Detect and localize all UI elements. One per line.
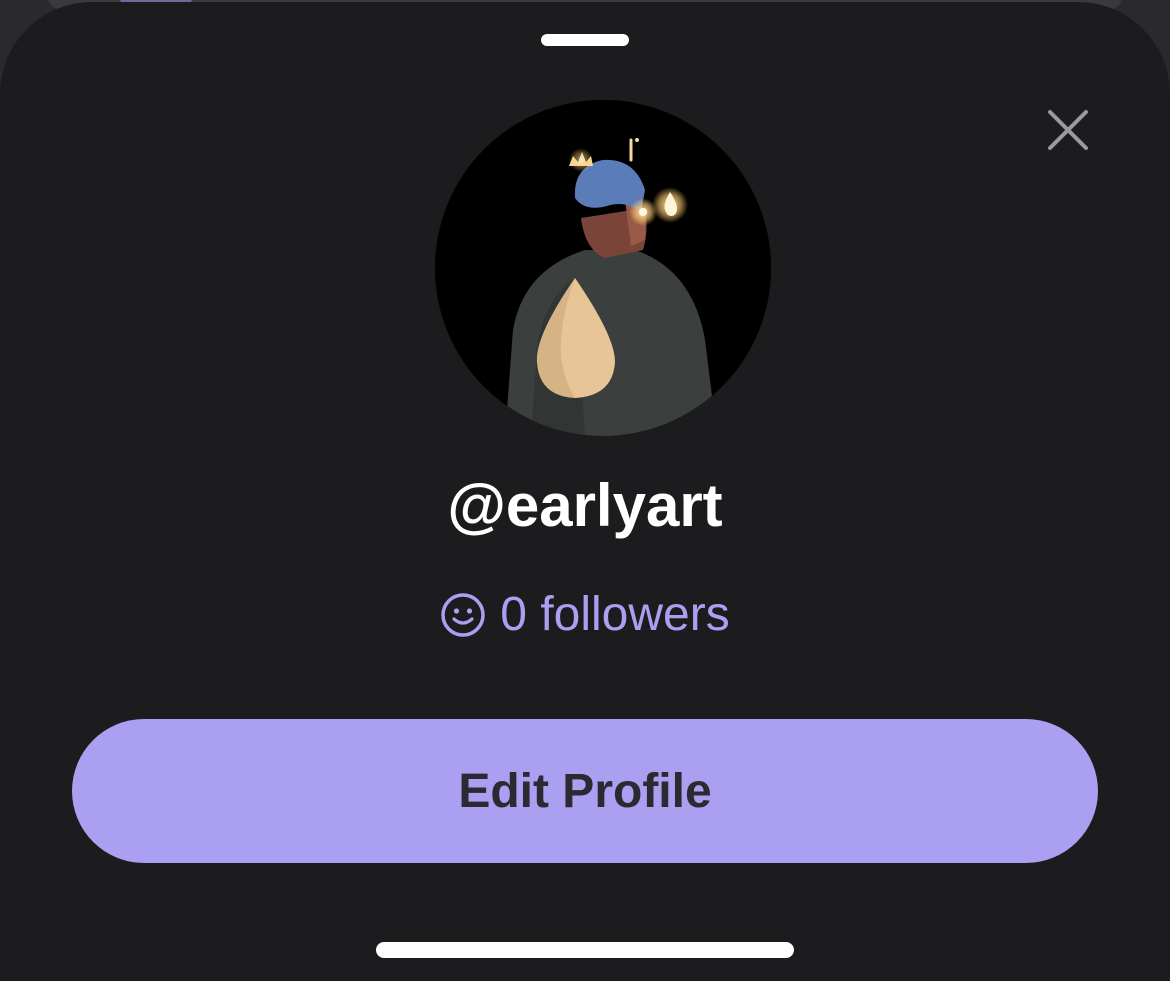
sheet-grabber-handle[interactable] xyxy=(541,34,629,46)
followers-count[interactable]: 0 followers xyxy=(0,586,1170,644)
edit-profile-label: Edit Profile xyxy=(458,764,712,818)
close-button[interactable] xyxy=(1040,102,1096,158)
edit-profile-button[interactable]: Edit Profile xyxy=(72,719,1098,863)
followers-text: 0 followers xyxy=(500,588,730,641)
avatar-illustration xyxy=(435,100,771,436)
smiley-icon xyxy=(441,593,486,637)
profile-sheet: @earlyart 0 followers Edit Profile xyxy=(0,2,1170,981)
home-indicator[interactable] xyxy=(376,942,794,958)
profile-username: @earlyart xyxy=(447,472,723,539)
avatar xyxy=(435,100,771,436)
close-icon xyxy=(1048,110,1088,150)
